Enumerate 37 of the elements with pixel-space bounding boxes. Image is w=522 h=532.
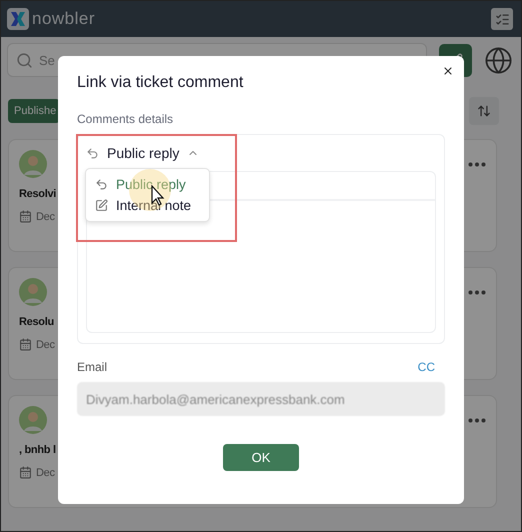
avatar-icon — [19, 406, 47, 434]
calendar-icon — [19, 338, 32, 351]
menu-item[interactable]: Public reply — [86, 174, 209, 195]
more-icon[interactable] — [468, 290, 486, 294]
more-icon[interactable] — [468, 162, 486, 166]
ticket-date: Dec — [36, 210, 55, 222]
ticket-date: Dec — [36, 466, 55, 478]
calendar-icon — [19, 210, 32, 223]
calendar-icon — [19, 466, 32, 479]
reply-icon — [95, 178, 108, 191]
email-label: Email — [77, 360, 108, 374]
filter-tab[interactable]: Publishe — [8, 99, 60, 123]
reply-mode-dropdown[interactable]: Public reply — [86, 143, 200, 163]
avatar-icon — [19, 150, 47, 178]
search-placeholder: Se — [39, 52, 55, 68]
sort-button[interactable] — [469, 97, 499, 125]
logo-icon — [7, 8, 29, 30]
close-button[interactable] — [442, 65, 454, 77]
note-icon — [95, 199, 108, 212]
checklist-button[interactable] — [491, 8, 513, 30]
more-icon[interactable] — [468, 418, 486, 422]
menu-item[interactable]: Internal note — [86, 195, 209, 216]
dialog-title: Link via ticket comment — [77, 74, 244, 92]
ticket-title: , bnhb l — [19, 444, 56, 456]
ok-button[interactable]: OK — [223, 444, 299, 471]
reply-icon — [86, 146, 99, 160]
search-icon — [16, 52, 33, 68]
ticket-date: Dec — [36, 338, 55, 350]
avatar-icon — [19, 278, 47, 306]
app-logo: nowbler — [32, 9, 96, 29]
cc-link[interactable]: CC — [418, 360, 435, 374]
ticket-title: Resolu — [19, 316, 54, 328]
ticket-title: Resolvi — [19, 188, 56, 200]
sort-icon — [477, 104, 491, 118]
checklist-icon — [494, 12, 510, 26]
globe-icon[interactable] — [484, 46, 513, 74]
section-label: Comments details — [77, 112, 174, 126]
